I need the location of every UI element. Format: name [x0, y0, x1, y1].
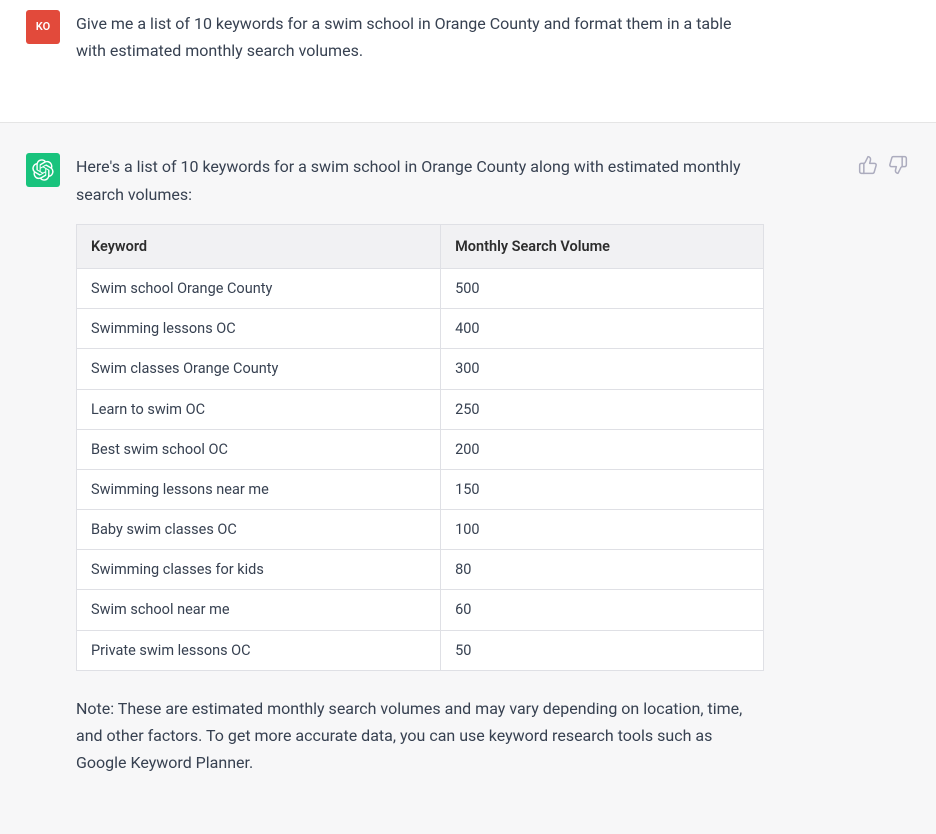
- cell-keyword: Learn to swim OC: [77, 389, 441, 429]
- cell-volume: 50: [441, 630, 764, 670]
- cell-keyword: Best swim school OC: [77, 429, 441, 469]
- thumbs-down-icon[interactable]: [888, 155, 908, 175]
- table-row: Swim classes Orange County300: [77, 349, 764, 389]
- cell-keyword: Swimming lessons near me: [77, 469, 441, 509]
- cell-volume: 80: [441, 550, 764, 590]
- cell-volume: 300: [441, 349, 764, 389]
- cell-keyword: Swim school Orange County: [77, 268, 441, 308]
- cell-keyword: Swimming classes for kids: [77, 550, 441, 590]
- table-row: Swimming lessons OC400: [77, 309, 764, 349]
- table-row: Swimming lessons near me150: [77, 469, 764, 509]
- user-avatar: KO: [26, 10, 60, 44]
- cell-volume: 150: [441, 469, 764, 509]
- cell-keyword: Private swim lessons OC: [77, 630, 441, 670]
- cell-volume: 400: [441, 309, 764, 349]
- table-row: Swimming classes for kids80: [77, 550, 764, 590]
- table-row: Private swim lessons OC50: [77, 630, 764, 670]
- keyword-table: Keyword Monthly Search Volume Swim schoo…: [76, 224, 764, 671]
- cell-volume: 200: [441, 429, 764, 469]
- header-volume: Monthly Search Volume: [441, 224, 764, 268]
- table-row: Learn to swim OC250: [77, 389, 764, 429]
- table-row: Best swim school OC200: [77, 429, 764, 469]
- assistant-message-row: Here's a list of 10 keywords for a swim …: [0, 123, 936, 834]
- header-keyword: Keyword: [77, 224, 441, 268]
- table-row: Swim school Orange County500: [77, 268, 764, 308]
- assistant-intro-text: Here's a list of 10 keywords for a swim …: [76, 153, 764, 207]
- user-message-content: Give me a list of 10 keywords for a swim…: [76, 10, 824, 80]
- openai-logo-icon: [32, 159, 54, 181]
- cell-keyword: Swimming lessons OC: [77, 309, 441, 349]
- cell-keyword: Swim classes Orange County: [77, 349, 441, 389]
- cell-volume: 100: [441, 510, 764, 550]
- cell-keyword: Swim school near me: [77, 590, 441, 630]
- user-prompt-text: Give me a list of 10 keywords for a swim…: [76, 10, 764, 64]
- assistant-note-text: Note: These are estimated monthly search…: [76, 695, 764, 777]
- table-header-row: Keyword Monthly Search Volume: [77, 224, 764, 268]
- assistant-avatar: [26, 153, 60, 187]
- assistant-message-content: Here's a list of 10 keywords for a swim …: [76, 153, 824, 792]
- table-row: Swim school near me60: [77, 590, 764, 630]
- feedback-icons: [858, 155, 908, 175]
- user-message-row: KO Give me a list of 10 keywords for a s…: [0, 0, 936, 123]
- thumbs-up-icon[interactable]: [858, 155, 878, 175]
- table-row: Baby swim classes OC100: [77, 510, 764, 550]
- cell-keyword: Baby swim classes OC: [77, 510, 441, 550]
- cell-volume: 500: [441, 268, 764, 308]
- cell-volume: 60: [441, 590, 764, 630]
- cell-volume: 250: [441, 389, 764, 429]
